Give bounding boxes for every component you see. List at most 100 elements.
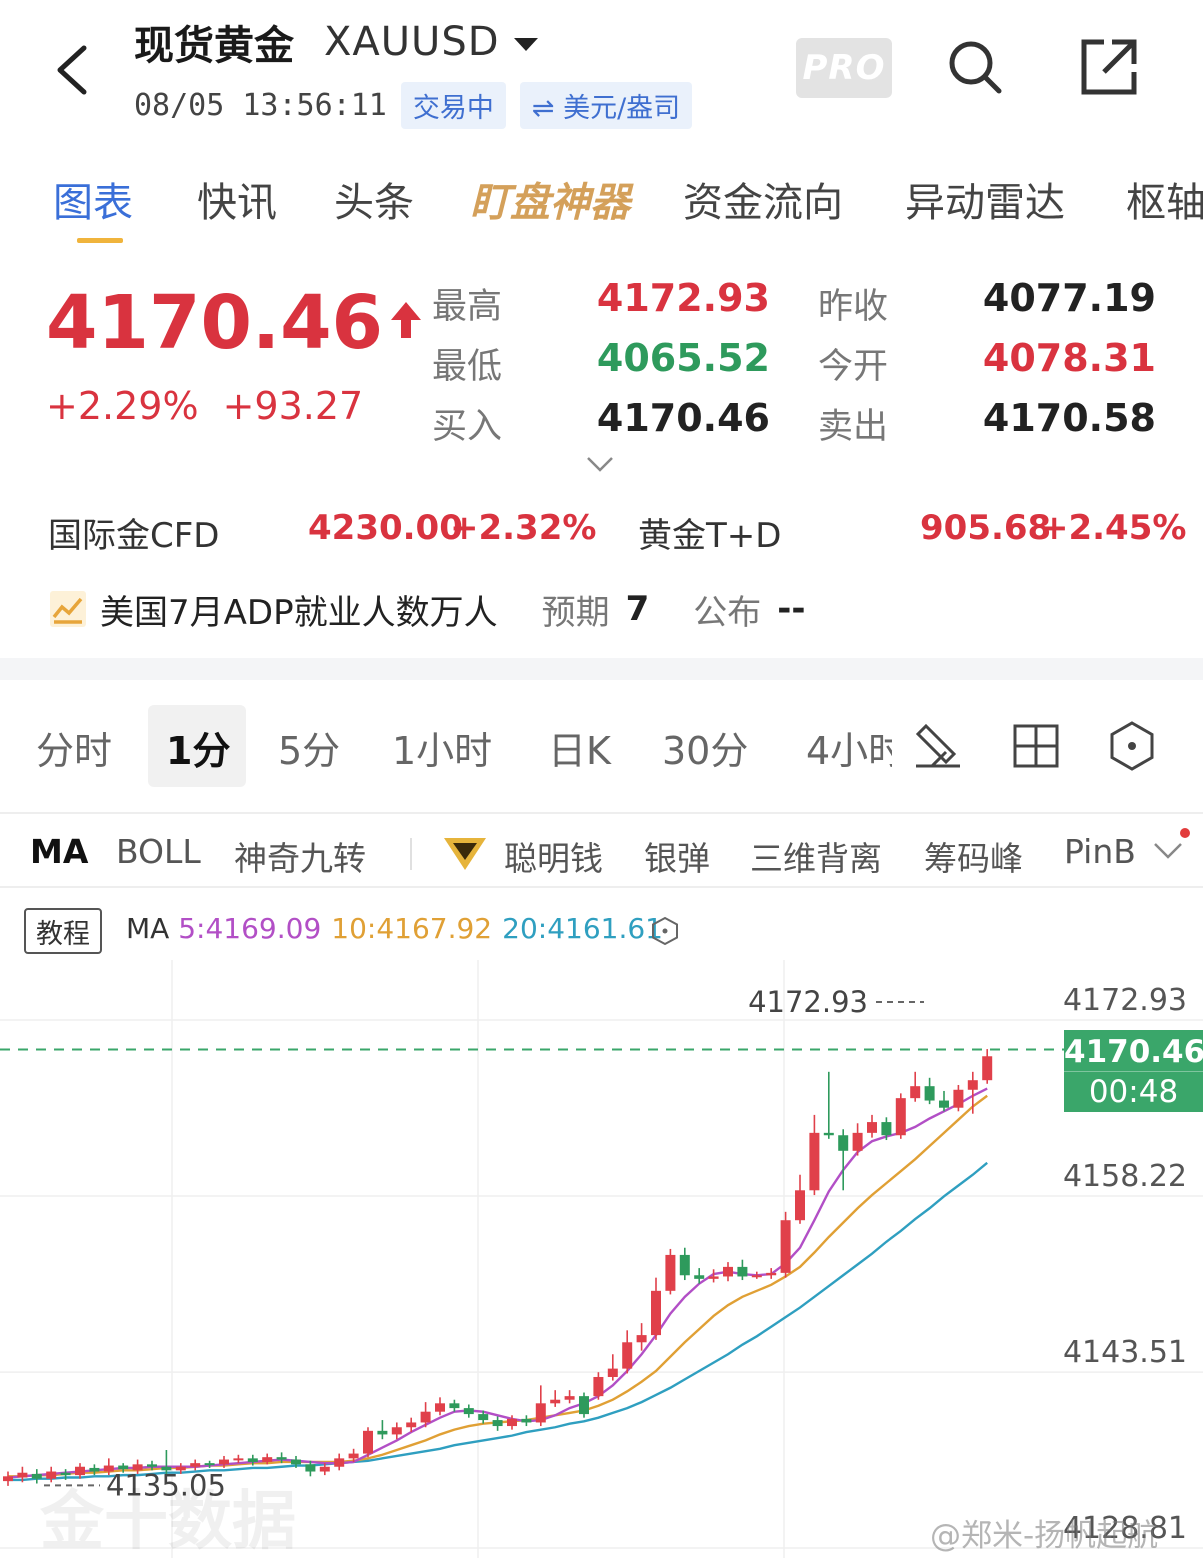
tab-fund-flow[interactable]: 资金流向 [683, 170, 843, 228]
period-4hour[interactable]: 4小时 [806, 720, 892, 775]
candle-body [449, 1403, 460, 1409]
unit-switch-tag[interactable]: ⇌ 美元/盎司 [519, 81, 693, 129]
indicator-boll[interactable]: BOLL [116, 832, 201, 871]
diamond-icon [444, 838, 486, 870]
tab-pivot[interactable]: 枢轴 [1126, 170, 1203, 228]
indicator-smart-money[interactable]: 聪明钱 [504, 832, 603, 880]
candle-body [708, 1276, 719, 1279]
candle-body [233, 1458, 244, 1461]
event-expect-label: 预期 [541, 592, 610, 633]
ma-label: MA [126, 912, 170, 945]
event-expect-value: 7 [625, 589, 650, 629]
stat-value-high: 4172.93 [596, 276, 770, 320]
author-credit: @郑米-扬帆起航 [930, 1518, 1159, 1554]
period-30min[interactable]: 30分 [662, 720, 748, 775]
period-1min[interactable]: 1分 [166, 720, 230, 775]
period-5min[interactable]: 5分 [278, 720, 340, 775]
candle-body [751, 1275, 762, 1278]
candle-body [967, 1080, 978, 1090]
tab-news-flash[interactable]: 快讯 [197, 170, 277, 228]
stat-label-prev-close: 昨收 [818, 287, 889, 327]
tab-chart[interactable]: 图表 [53, 170, 133, 228]
candle-body [651, 1290, 661, 1336]
share-icon[interactable] [1078, 36, 1140, 98]
last-price: 4170.46 [46, 280, 423, 366]
candle-body [852, 1132, 863, 1151]
candle-body [910, 1086, 921, 1099]
tab-headlines[interactable]: 头条 [334, 170, 414, 228]
related-price-td: 905.68 [920, 508, 1052, 548]
up-arrow-icon [391, 302, 422, 338]
candle-body [147, 1464, 157, 1467]
section-separator [0, 658, 1203, 680]
expand-chevron-icon[interactable] [586, 456, 614, 474]
expand-indicators-icon[interactable] [1152, 840, 1184, 862]
tab-watch-tool[interactable]: 盯盘神器 [470, 170, 630, 228]
draw-line-icon[interactable] [912, 720, 964, 772]
tutorial-button[interactable]: 教程 [24, 908, 102, 954]
candle-body [924, 1086, 935, 1101]
period-1hour[interactable]: 1小时 [392, 720, 492, 775]
event-publish-label: 公布 [693, 592, 762, 633]
candle-body [780, 1220, 791, 1273]
stat-label-high: 最高 [432, 287, 503, 327]
candle-body [507, 1418, 517, 1427]
ma20-line [8, 1161, 988, 1482]
instrument-title[interactable]: 现货黄金 XAUUSD [134, 12, 538, 72]
ma20-value: 20:4161.61 [502, 912, 663, 945]
candle-body [550, 1399, 561, 1404]
instrument-subtitle: 08/05 13:56:11 交易中 ⇌ 美元/盎司 [134, 81, 693, 129]
candle-body [939, 1100, 949, 1108]
instrument-code: XAUUSD [324, 19, 500, 65]
change-amount: +93.27 [222, 384, 364, 428]
indicator-ma[interactable]: MA [30, 832, 88, 871]
period-tick[interactable]: 分时 [36, 720, 112, 775]
period-daily[interactable]: 日K [548, 720, 611, 775]
stat-value-ask: 4170.58 [982, 396, 1156, 440]
candle-body [247, 1458, 258, 1462]
candle-body [521, 1418, 532, 1423]
watermark: 金十数据 [40, 1485, 296, 1558]
related-change-td: +2.45% [1040, 508, 1187, 548]
candle-body [579, 1396, 589, 1415]
stat-label-low: 最低 [432, 347, 503, 387]
economic-event[interactable]: 美国7月ADP就业人数万人 预期 7 公布 -- [48, 586, 806, 633]
indicator-silver-bullet[interactable]: 银弹 [644, 832, 710, 880]
event-publish-value: -- [777, 589, 806, 629]
back-arrow-icon[interactable] [50, 42, 94, 98]
ma-settings-icon[interactable] [650, 916, 680, 946]
candle-body [406, 1422, 417, 1428]
y-tick-label: 4172.93 [1063, 983, 1187, 1018]
candle-body [593, 1376, 604, 1397]
pro-button[interactable]: PRO [796, 38, 892, 98]
candle-body [953, 1089, 964, 1108]
indicator-selector: MA BOLL 神奇九转 聪明钱 银弹 三维背离 筹码峰 PinB [0, 826, 1203, 884]
candle-body [636, 1335, 647, 1343]
stat-label-ask: 卖出 [818, 407, 889, 447]
caret-down-icon[interactable] [513, 37, 538, 51]
candle-body [305, 1464, 316, 1472]
related-name-cfd[interactable]: 国际金CFD [48, 508, 219, 557]
candle-body [377, 1430, 388, 1435]
candle-body [478, 1414, 489, 1421]
indicator-chip-peak[interactable]: 筹码峰 [924, 832, 1023, 880]
candlestick-chart[interactable]: 4172.934158.224143.514128.814172.934135.… [0, 960, 1203, 1558]
tab-anomaly-radar[interactable]: 异动雷达 [905, 170, 1065, 228]
candle-countdown: 00:48 [1088, 1074, 1179, 1110]
ma10-value: 10:4167.92 [331, 912, 493, 945]
related-name-td[interactable]: 黄金T+D [638, 508, 781, 557]
candle-body [694, 1275, 705, 1279]
settings-hexagon-icon[interactable] [1106, 720, 1158, 772]
indicator-3d-divergence[interactable]: 三维背离 [750, 832, 882, 880]
search-icon[interactable] [944, 36, 1006, 98]
high-price-label: 4172.93 [748, 985, 868, 1019]
layout-grid-icon[interactable] [1010, 720, 1062, 772]
indicator-divider [410, 838, 412, 870]
indicator-td-sequential[interactable]: 神奇九转 [234, 832, 366, 880]
candle-body [737, 1266, 748, 1277]
candle-body [348, 1453, 359, 1459]
candle-body [492, 1420, 503, 1427]
related-change-cfd: +2.32% [450, 508, 597, 548]
candle-body [17, 1472, 28, 1478]
indicator-pinbar[interactable]: PinB [1064, 832, 1144, 871]
